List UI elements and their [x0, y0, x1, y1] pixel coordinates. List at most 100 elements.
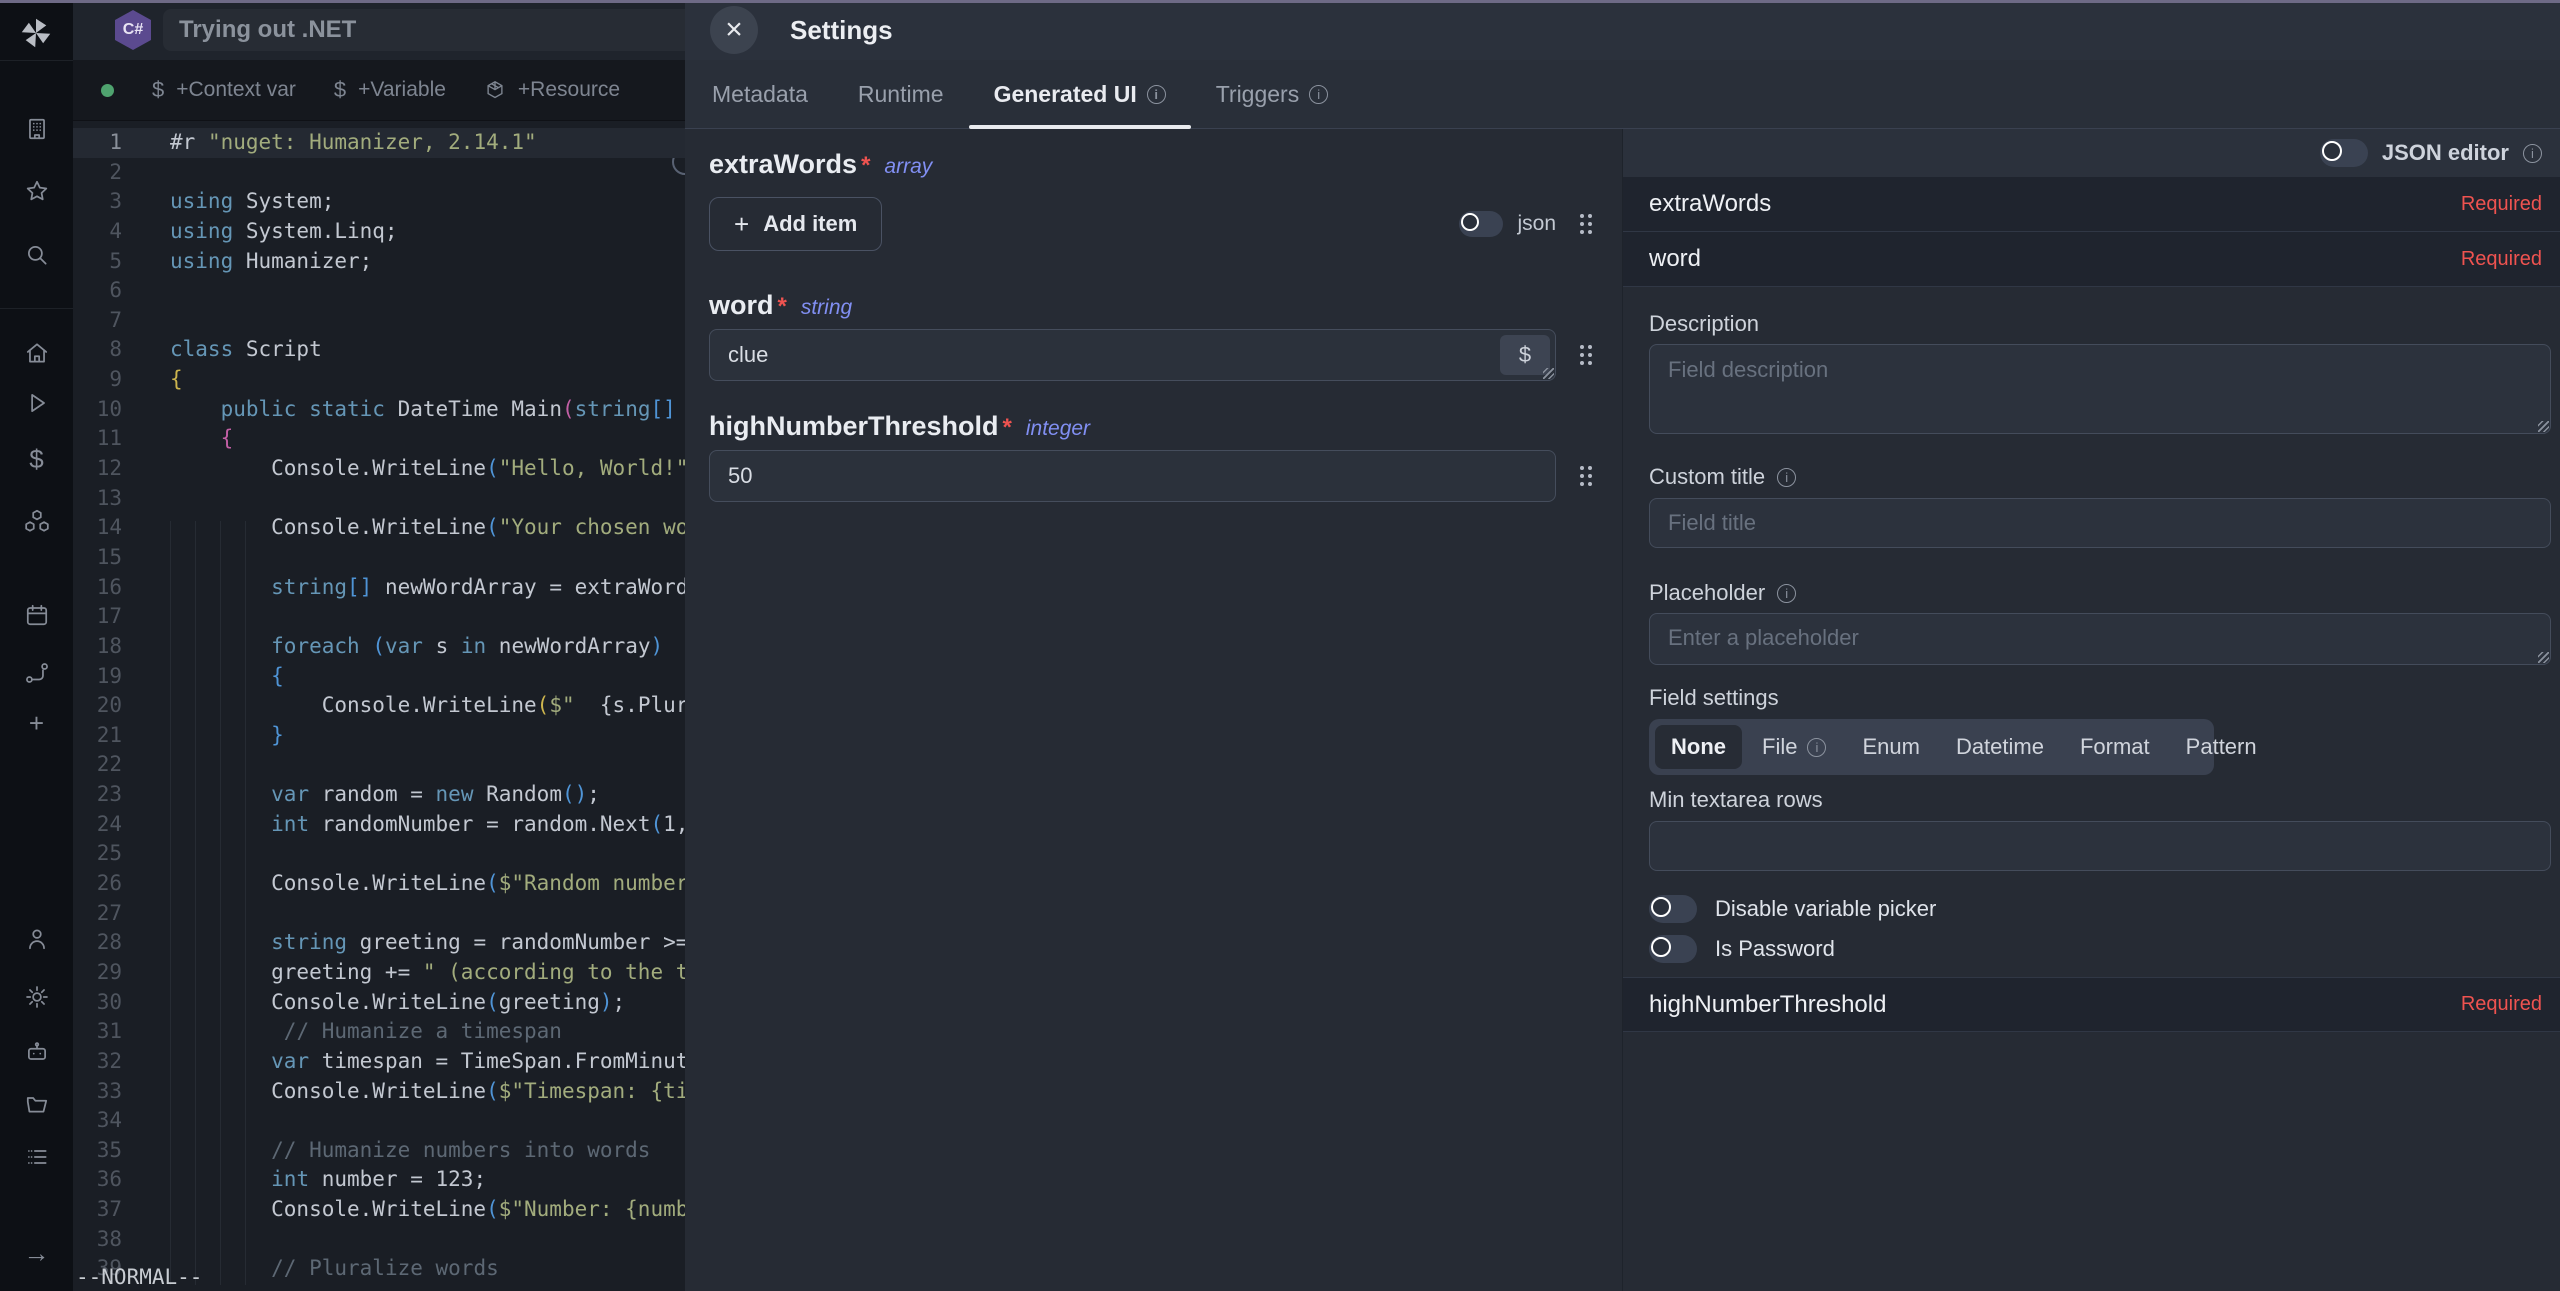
line-number: 29 [73, 958, 122, 988]
threshold-input[interactable] [709, 450, 1556, 502]
line-number: 36 [73, 1165, 122, 1195]
word-input[interactable] [709, 329, 1556, 381]
line-number: 35 [73, 1136, 122, 1166]
window-top-accent [0, 0, 2560, 3]
drag-handle[interactable] [1578, 343, 1594, 367]
placeholder-textarea[interactable] [1649, 613, 2551, 665]
disable-variable-picker-toggle[interactable] [1649, 895, 1697, 923]
field-type: string [801, 296, 852, 320]
tab-runtime[interactable]: Runtime [833, 60, 969, 128]
prop-row-threshold[interactable]: highNumberThreshold Required [1623, 977, 2560, 1032]
code-text: // Humanize a timespan [122, 1019, 562, 1043]
word-field-settings: Description Custom title i Placeholder i [1623, 287, 2560, 977]
settings-gear-icon[interactable] [23, 983, 50, 1010]
add-context-var-button[interactable]: $ +Context var [152, 77, 296, 103]
option-none[interactable]: None [1655, 725, 1742, 769]
line-number: 4 [73, 217, 122, 247]
settings-panel: × Settings Metadata Runtime Generated UI… [685, 0, 2560, 1291]
line-number: 30 [73, 988, 122, 1018]
description-textarea[interactable] [1649, 344, 2551, 434]
field-extrawords-label: extraWords * array [709, 149, 1594, 180]
close-icon[interactable]: × [710, 6, 758, 54]
search-icon[interactable] [23, 241, 50, 268]
json-toggle-label: json [1517, 212, 1556, 236]
code-text [122, 160, 170, 184]
add-variable-button[interactable]: $ +Variable [334, 77, 446, 103]
option-label: Pattern [2186, 734, 2257, 760]
add-item-button[interactable]: + Add item [709, 197, 882, 251]
json-editor-label: JSON editor [2382, 140, 2509, 166]
field-threshold-label: highNumberThreshold * integer [709, 411, 1594, 442]
required-asterisk: * [1003, 414, 1012, 442]
resize-handle[interactable] [2538, 652, 2549, 663]
rail-divider [0, 60, 73, 61]
favorites-star-icon[interactable] [23, 177, 50, 204]
code-text: #r "nuget: Humanizer, 2.14.1" [122, 130, 537, 154]
flows-route-icon[interactable] [23, 659, 50, 686]
field-settings-label: Field settings [1649, 685, 2552, 711]
line-number: 22 [73, 750, 122, 780]
option-datetime[interactable]: Datetime [1940, 725, 2060, 769]
info-icon: i [1309, 85, 1328, 104]
resize-handle[interactable] [1543, 368, 1554, 379]
runs-play-icon[interactable] [23, 389, 50, 416]
prop-row-label: extraWords [1649, 190, 1771, 218]
json-editor-toggle[interactable] [2320, 139, 2368, 167]
code-text [122, 486, 170, 510]
code-text: Console.WriteLine(greeting); [122, 990, 625, 1014]
windmill-logo-icon[interactable] [17, 14, 55, 52]
dollar-icon: $ [334, 77, 346, 103]
line-number: 38 [73, 1225, 122, 1255]
logs-list-icon[interactable] [23, 1143, 50, 1170]
line-number: 2 [73, 158, 122, 188]
create-plus-icon[interactable]: + [23, 709, 50, 736]
option-file[interactable]: Filei [1746, 725, 1842, 769]
indent-guide [220, 521, 221, 1285]
workers-robot-icon[interactable] [23, 1038, 50, 1065]
script-title-input[interactable]: Trying out .NET [163, 9, 729, 51]
workspace-building-icon[interactable] [23, 115, 50, 142]
prop-row-word[interactable]: word Required [1623, 232, 2560, 287]
tab-metadata[interactable]: Metadata [687, 60, 833, 128]
add-item-label: Add item [763, 211, 857, 237]
line-number: 18 [73, 632, 122, 662]
add-resource-button[interactable]: +Resource [484, 78, 620, 102]
collapse-arrow-icon[interactable]: → [23, 1239, 50, 1266]
indent-guide [245, 521, 246, 1285]
option-enum[interactable]: Enum [1846, 725, 1935, 769]
line-number: 13 [73, 484, 122, 514]
schedules-calendar-icon[interactable] [23, 601, 50, 628]
vim-mode-indicator: --NORMAL-- [76, 1265, 202, 1289]
code-text: int number = 123; [122, 1167, 486, 1191]
line-number: 17 [73, 602, 122, 632]
folders-icon[interactable] [23, 1090, 50, 1117]
code-text: int randomNumber = random.Next(1, 100); [122, 812, 764, 836]
code-text: using System.Linq; [122, 219, 398, 243]
resources-cubes-icon[interactable] [23, 507, 50, 534]
code-text [122, 901, 170, 925]
required-asterisk: * [861, 152, 870, 180]
account-person-icon[interactable] [23, 925, 50, 952]
option-pattern[interactable]: Pattern [2170, 725, 2273, 769]
drag-handle[interactable] [1578, 464, 1594, 488]
prop-row-extrawords[interactable]: extraWords Required [1623, 177, 2560, 232]
option-format[interactable]: Format [2064, 725, 2166, 769]
disable-variable-picker-row: Disable variable picker [1649, 895, 2552, 923]
prop-row-label: word [1649, 245, 1701, 273]
custom-title-input[interactable] [1649, 498, 2551, 548]
json-toggle[interactable] [1459, 211, 1503, 237]
field-name: word [709, 290, 774, 321]
tab-triggers[interactable]: Triggers i [1191, 60, 1354, 128]
home-icon[interactable] [23, 339, 50, 366]
code-text [122, 752, 170, 776]
is-password-toggle[interactable] [1649, 935, 1697, 963]
tab-generated-ui[interactable]: Generated UI i [969, 60, 1191, 128]
drag-handle[interactable] [1578, 212, 1594, 236]
variables-dollar-icon[interactable]: $ [23, 445, 50, 472]
toggle-label: Is Password [1715, 936, 1835, 962]
option-label: Enum [1862, 734, 1919, 760]
resize-handle[interactable] [2538, 421, 2549, 432]
line-number: 31 [73, 1017, 122, 1047]
min-rows-input[interactable] [1649, 821, 2551, 871]
code-text [122, 278, 170, 302]
